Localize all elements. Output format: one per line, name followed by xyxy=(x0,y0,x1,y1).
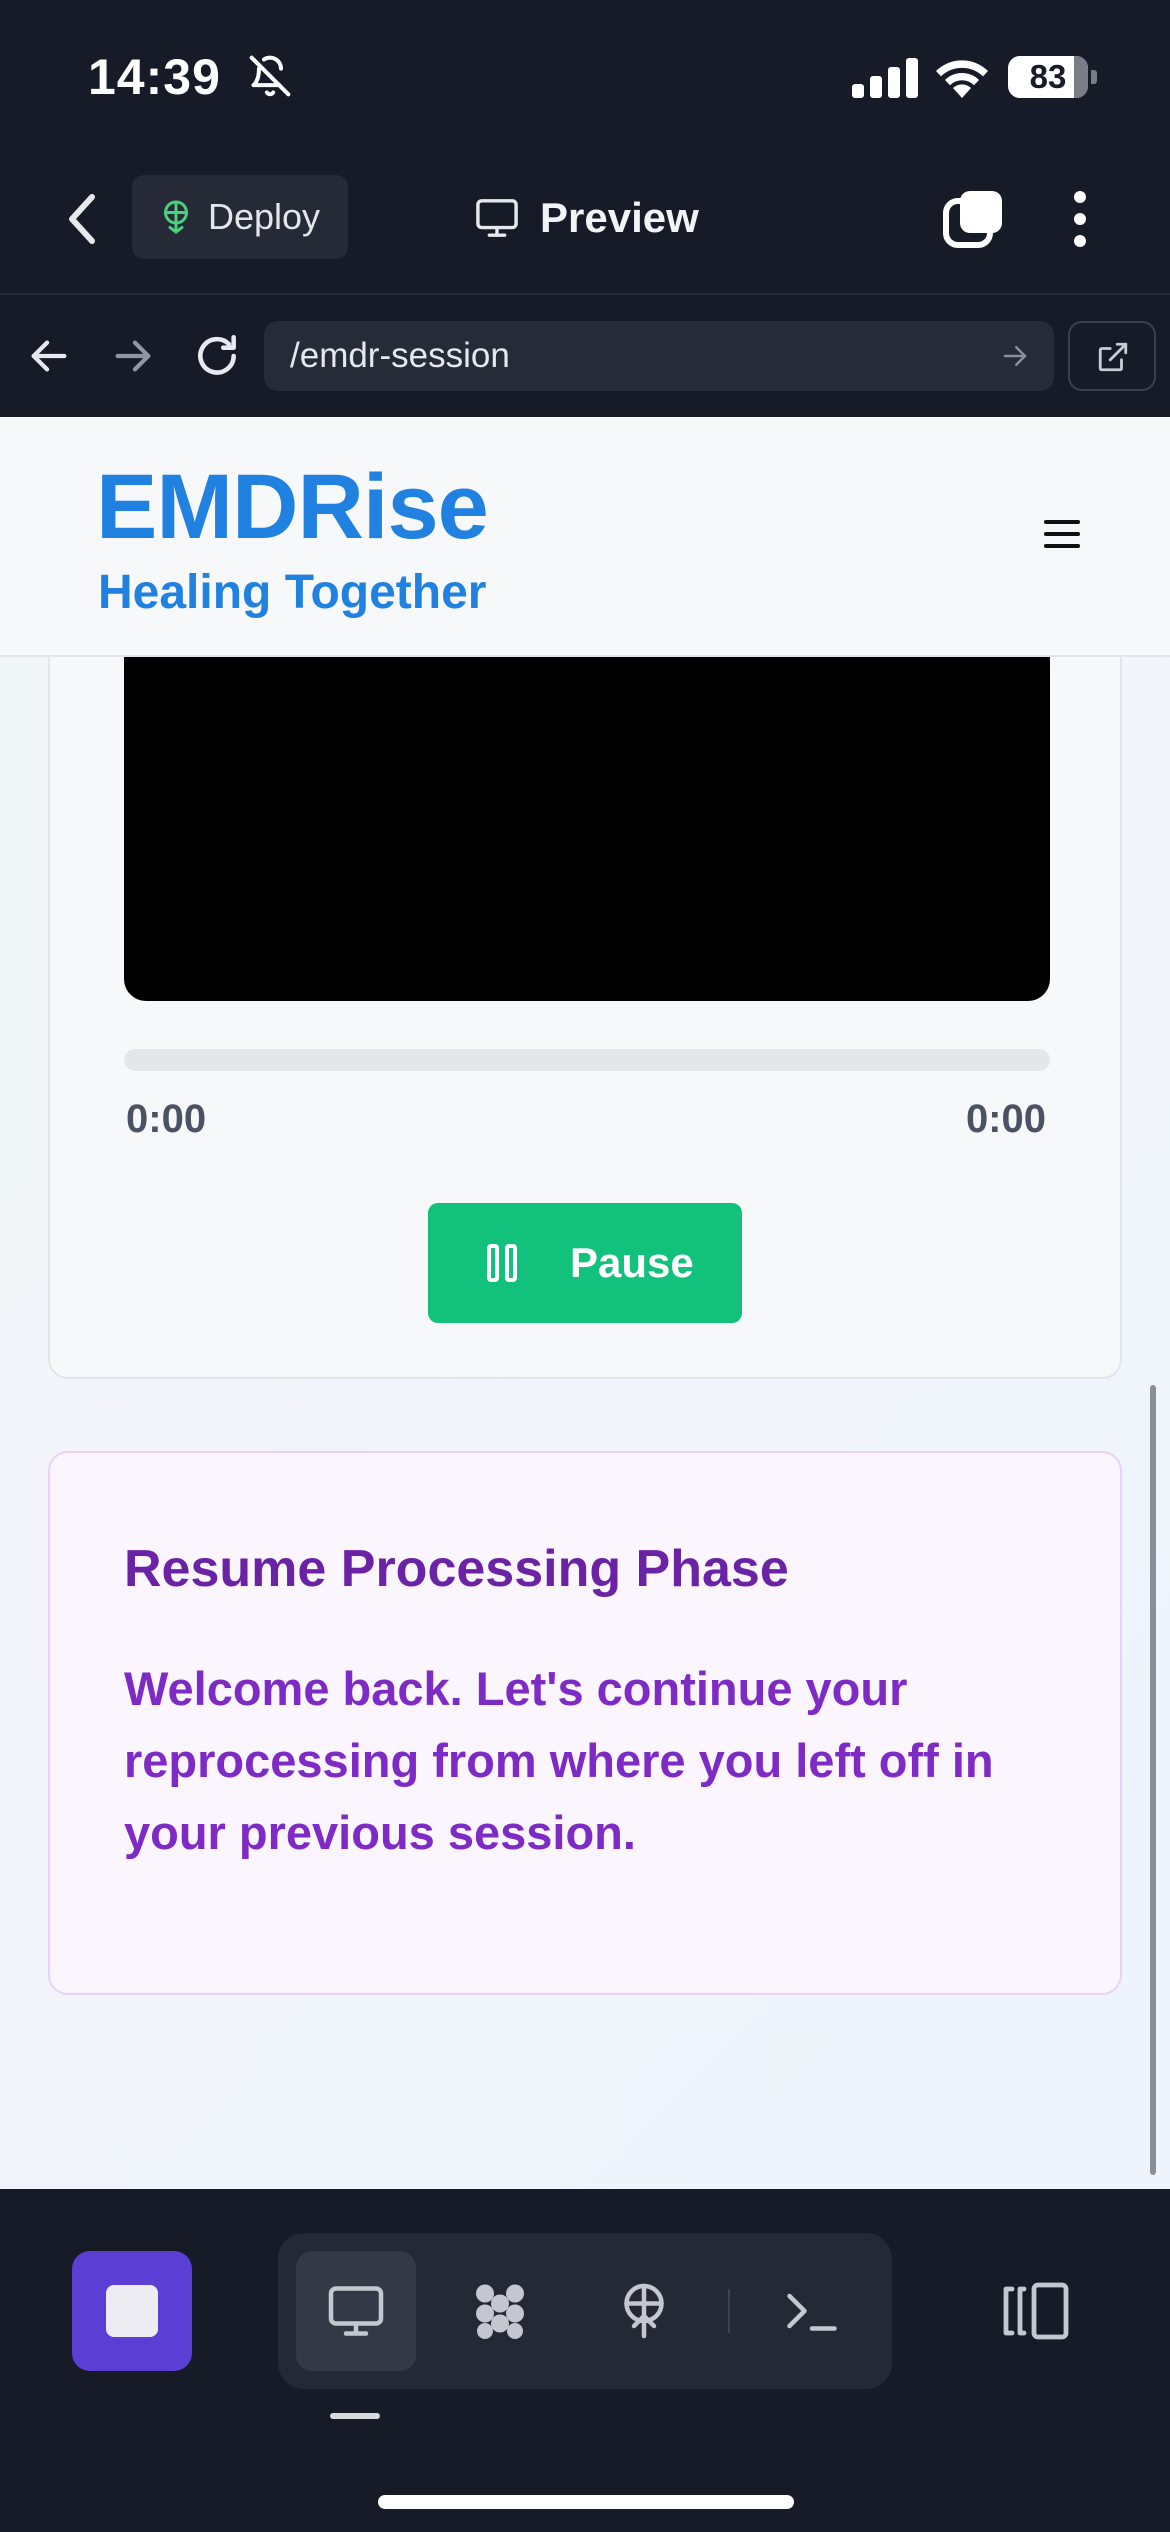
bottom-toolbar xyxy=(0,2189,1170,2532)
preview-label: Preview xyxy=(540,194,699,241)
bell-slash-icon xyxy=(249,55,291,97)
resume-title: Resume Processing Phase xyxy=(124,1540,789,1598)
open-external-button[interactable] xyxy=(1068,321,1156,391)
go-arrow-icon[interactable] xyxy=(1000,341,1030,371)
terminal-icon xyxy=(787,2293,837,2331)
resume-body: Welcome back. Let's continue your reproc… xyxy=(124,1662,994,1859)
browser-url-bar: /emdr-session xyxy=(0,297,1170,417)
url-field[interactable]: /emdr-session xyxy=(264,321,1054,391)
deploy-icon xyxy=(164,200,188,234)
status-bar: 14:39 83 xyxy=(0,0,1170,155)
desktop-icon xyxy=(328,2286,384,2336)
video-player[interactable] xyxy=(124,639,1050,1001)
app-toolbar: Deploy Preview xyxy=(0,155,1170,295)
site-header: EMDRise Healing Together xyxy=(0,417,1170,657)
terminal-tool-button[interactable] xyxy=(752,2251,872,2371)
cellular-signal-icon xyxy=(852,58,918,98)
pause-button[interactable]: Pause xyxy=(428,1203,742,1323)
resume-phase-card: Resume Processing Phase Welcome back. Le… xyxy=(48,1451,1122,1995)
hamburger-menu-icon[interactable] xyxy=(1042,517,1082,551)
components-tool-button[interactable] xyxy=(440,2251,560,2371)
battery-tip xyxy=(1091,70,1097,84)
desktop-tool-button[interactable] xyxy=(296,2251,416,2371)
tool-separator xyxy=(728,2289,730,2333)
battery-level: 83 xyxy=(1029,58,1067,95)
tabs-icon[interactable] xyxy=(942,189,1004,249)
deploy-icon xyxy=(624,2283,664,2339)
deploy-button[interactable]: Deploy xyxy=(132,175,348,259)
wifi-icon xyxy=(936,60,988,98)
pause-label: Pause xyxy=(570,1239,694,1286)
status-time: 14:39 xyxy=(88,49,221,105)
brand-tagline: Healing Together xyxy=(98,566,487,619)
arrow-right-icon[interactable] xyxy=(110,333,156,379)
deploy-label: Deploy xyxy=(208,196,321,237)
progress-bar[interactable] xyxy=(124,1049,1050,1071)
panel-toggle-icon[interactable] xyxy=(1000,2281,1072,2341)
scrollbar-thumb[interactable] xyxy=(1150,1385,1156,2175)
active-tool-indicator xyxy=(330,2413,380,2419)
stop-button[interactable] xyxy=(72,2251,192,2371)
home-indicator xyxy=(378,2495,794,2509)
arrow-left-icon[interactable] xyxy=(26,333,72,379)
back-chevron-icon[interactable] xyxy=(60,189,108,249)
external-link-icon xyxy=(1098,342,1128,372)
tool-switcher xyxy=(278,2233,892,2389)
more-vertical-icon[interactable] xyxy=(1062,189,1098,249)
brand-logo[interactable]: EMDRise xyxy=(96,455,489,560)
monitor-icon xyxy=(476,199,518,237)
stop-icon xyxy=(106,2285,158,2337)
current-time: 0:00 xyxy=(126,1097,207,1141)
session-player-card: 0:00 0:00 Pause xyxy=(48,537,1122,1379)
url-text: /emdr-session xyxy=(290,336,510,375)
pause-icon xyxy=(487,1244,517,1282)
battery-icon: 83 xyxy=(1008,56,1097,98)
components-icon xyxy=(476,2284,524,2339)
web-content[interactable]: EMDRise Healing Together 0:00 0:00 Pause… xyxy=(0,417,1170,2189)
deploy-tool-button[interactable] xyxy=(584,2251,704,2371)
preview-title: Preview xyxy=(474,185,699,251)
duration: 0:00 xyxy=(965,1097,1046,1141)
reload-icon[interactable] xyxy=(192,331,242,381)
